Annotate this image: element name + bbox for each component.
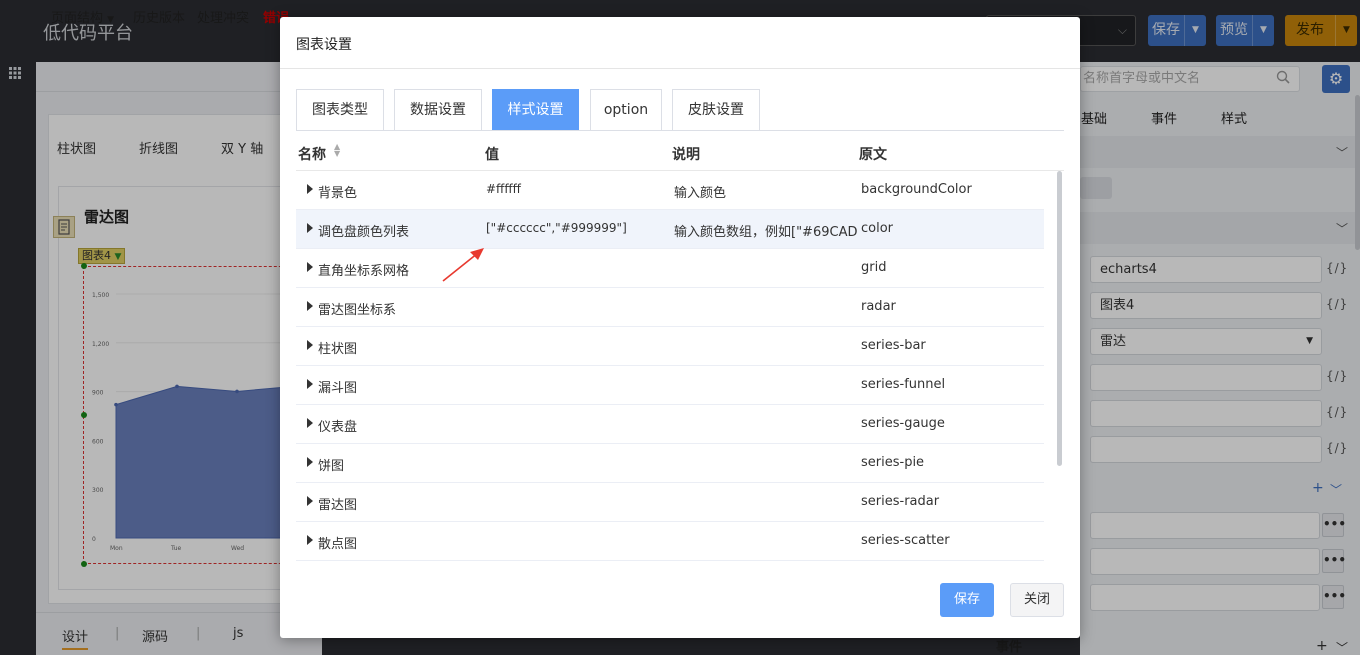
table-row[interactable]: 调色盘颜色列表 ["#cccccc","#999999"] 输入颜色数组，例如["#… (296, 210, 1044, 249)
table-row[interactable]: 柱状图 series-bar (296, 327, 1044, 366)
row-name: 仪表盘 (318, 420, 358, 435)
row-name: 背景色 (318, 186, 358, 201)
annotation-arrow (442, 248, 484, 282)
table-row[interactable]: 漏斗图 series-funnel (296, 366, 1044, 405)
expand-caret-icon[interactable] (307, 301, 313, 311)
expand-caret-icon[interactable] (307, 496, 313, 506)
row-original: color (861, 221, 894, 236)
column-header-original: 原文 (859, 147, 887, 163)
settings-table: 背景色 #ffffff 输入颜色 backgroundColor 调色盘颜色列表 ["#c… (296, 171, 1044, 562)
expand-caret-icon[interactable] (307, 262, 313, 272)
row-original: radar (861, 299, 896, 314)
table-row[interactable]: 背景色 #ffffff 输入颜色 backgroundColor (296, 171, 1044, 210)
row-description: 输入颜色 (674, 186, 727, 201)
row-original: series-gauge (861, 416, 945, 431)
column-header-value: 值 (485, 147, 499, 163)
close-button[interactable]: 关闭 (1010, 583, 1064, 617)
row-name: 饼图 (318, 459, 345, 474)
expand-caret-icon[interactable] (307, 457, 313, 467)
chart-settings-dialog: 图表设置 图表类型 数据设置 样式设置 option 皮肤设置 名称 ▲ ▼ 值 … (280, 17, 1080, 638)
divider (280, 68, 1080, 69)
table-row[interactable]: 直角坐标系网格 grid (296, 249, 1044, 288)
row-name: 直角坐标系网格 (318, 264, 410, 279)
table-row[interactable]: 仪表盘 series-gauge (296, 405, 1044, 444)
expand-caret-icon[interactable] (307, 535, 313, 545)
table-row[interactable]: 散点图 series-scatter (296, 522, 1044, 561)
row-description: 输入颜色数组，例如["#69CAD (674, 225, 857, 240)
row-value[interactable]: #ffffff (486, 182, 668, 196)
sort-icon[interactable]: ▲ ▼ (334, 143, 340, 158)
tab-option[interactable]: option (590, 89, 662, 130)
row-original: series-scatter (861, 533, 950, 548)
tab-skin-settings[interactable]: 皮肤设置 (672, 89, 760, 130)
expand-caret-icon[interactable] (307, 379, 313, 389)
expand-caret-icon[interactable] (307, 223, 313, 233)
row-name: 散点图 (318, 537, 358, 552)
row-original: backgroundColor (861, 182, 972, 197)
row-original: series-pie (861, 455, 925, 470)
table-row[interactable]: 雷达图坐标系 radar (296, 288, 1044, 327)
row-original: series-funnel (861, 377, 946, 392)
expand-caret-icon[interactable] (307, 184, 313, 194)
tab-chart-type[interactable]: 图表类型 (296, 89, 384, 130)
expand-caret-icon[interactable] (307, 418, 313, 428)
row-name: 雷达图坐标系 (318, 303, 397, 318)
column-header-name[interactable]: 名称 (298, 144, 326, 164)
tab-underline (296, 130, 1064, 131)
row-original: grid (861, 260, 887, 275)
row-original: series-radar (861, 494, 940, 509)
row-name: 漏斗图 (318, 381, 358, 396)
expand-caret-icon[interactable] (307, 340, 313, 350)
row-value[interactable]: ["#cccccc","#999999"] (486, 221, 668, 235)
table-row[interactable]: 雷达图 series-radar (296, 483, 1044, 522)
row-name: 雷达图 (318, 498, 358, 513)
column-header-description: 说明 (672, 147, 700, 163)
tab-style-settings[interactable]: 样式设置 (492, 89, 579, 130)
row-name: 调色盘颜色列表 (318, 225, 410, 240)
dialog-title: 图表设置 (296, 37, 352, 53)
row-original: series-bar (861, 338, 926, 353)
scrollbar[interactable] (1057, 171, 1062, 466)
table-row[interactable]: 饼图 series-pie (296, 444, 1044, 483)
row-name: 柱状图 (318, 342, 358, 357)
save-button[interactable]: 保存 (940, 583, 994, 617)
tab-data-settings[interactable]: 数据设置 (394, 89, 482, 130)
